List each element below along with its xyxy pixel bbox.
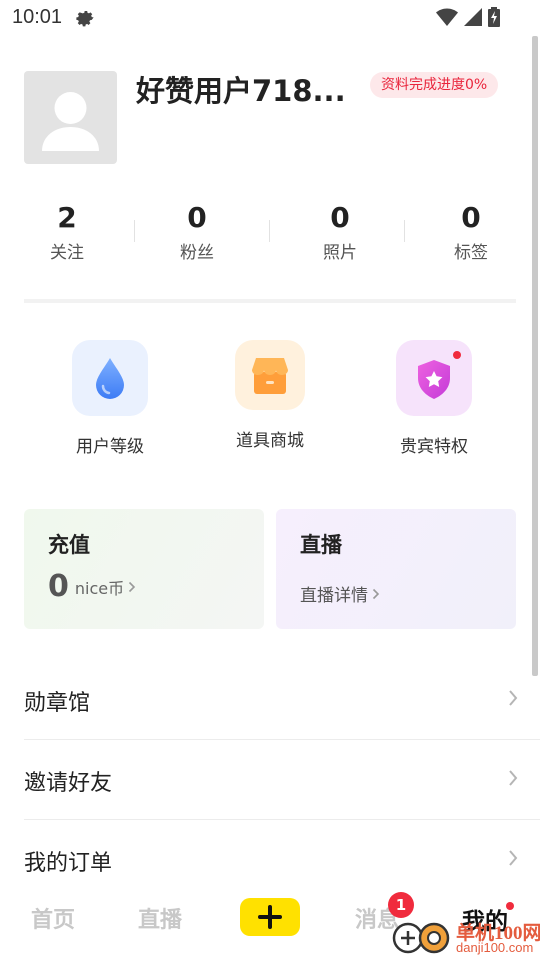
notification-dot (453, 351, 461, 359)
stat-label: 标签 (454, 243, 488, 263)
avatar[interactable] (24, 71, 117, 164)
chevron-right-icon (372, 588, 380, 599)
signal-icon (464, 8, 482, 26)
stat-label: 照片 (323, 243, 357, 263)
stat-value: 0 (187, 201, 207, 234)
site-watermark: 单机100网 danji100.com (390, 916, 540, 960)
stat-value: 0 (330, 201, 350, 234)
watermark-url: danji100.com (456, 940, 534, 955)
tab-home[interactable]: 首页 (31, 902, 75, 934)
card-title: 充值 (48, 533, 90, 557)
profile-progress-badge[interactable]: 资料完成进度0% (370, 72, 499, 98)
chevron-right-icon (129, 581, 136, 592)
menu-label: 我的订单 (24, 851, 113, 876)
chevron-right-icon (509, 850, 518, 866)
battery-charging-icon (488, 7, 500, 27)
feature-label: 道具商城 (236, 431, 304, 451)
card-title: 直播 (300, 533, 342, 557)
menu-label: 勋章馆 (24, 691, 91, 716)
stat-label: 粉丝 (180, 243, 214, 263)
coin-balance: 0 nice币 (48, 569, 136, 604)
section-divider (24, 299, 516, 303)
menu-item-medal-hall[interactable]: 勋章馆 (24, 660, 540, 740)
feature-user-level[interactable]: 用户等级 (45, 340, 175, 457)
live-detail-link: 直播详情 (300, 581, 380, 606)
messages-badge: 1 (388, 892, 414, 918)
stat-label: 关注 (50, 243, 84, 263)
feature-label: 贵宾特权 (400, 437, 468, 457)
divider (134, 220, 135, 242)
watermark-logo-icon (392, 922, 450, 954)
default-user-icon (42, 92, 99, 151)
wifi-icon (436, 8, 458, 26)
feature-label: 用户等级 (76, 437, 144, 457)
username: 好赞用户718... (136, 74, 346, 108)
water-drop-icon (72, 340, 148, 416)
coin-value: 0 (48, 569, 69, 604)
stat-following[interactable]: 2 关注 (22, 200, 112, 263)
shop-icon (235, 340, 305, 410)
stat-value: 2 (57, 201, 77, 234)
plus-icon (258, 905, 282, 929)
coin-unit: nice币 (74, 578, 125, 598)
chevron-right-icon (509, 690, 518, 706)
menu-label: 邀请好友 (24, 771, 113, 796)
divider (269, 220, 270, 242)
status-bar: 10:01 (0, 0, 540, 36)
feature-vip-privilege[interactable]: 贵宾特权 (369, 340, 499, 457)
stat-tags[interactable]: 0 标签 (426, 200, 516, 263)
feature-item-shop[interactable]: 道具商城 (205, 340, 335, 451)
vip-shield-icon (396, 340, 472, 416)
live-card[interactable]: 直播 直播详情 (276, 509, 516, 629)
stat-value: 0 (461, 201, 481, 234)
menu-item-invite-friends[interactable]: 邀请好友 (24, 740, 540, 820)
status-time: 10:01 (12, 6, 63, 28)
stat-fans[interactable]: 0 粉丝 (152, 200, 242, 263)
live-detail: 直播详情 (300, 586, 368, 606)
gear-icon (76, 10, 94, 27)
scroll-indicator[interactable] (532, 36, 538, 676)
recharge-card[interactable]: 充值 0 nice币 (24, 509, 264, 629)
tab-live[interactable]: 直播 (138, 902, 182, 934)
stats-row: 2 关注 0 粉丝 0 照片 0 标签 (0, 200, 540, 270)
divider (404, 220, 405, 242)
stat-photos[interactable]: 0 照片 (295, 200, 385, 263)
chevron-right-icon (509, 770, 518, 786)
notification-dot (506, 902, 514, 910)
create-post-button[interactable] (240, 898, 300, 936)
